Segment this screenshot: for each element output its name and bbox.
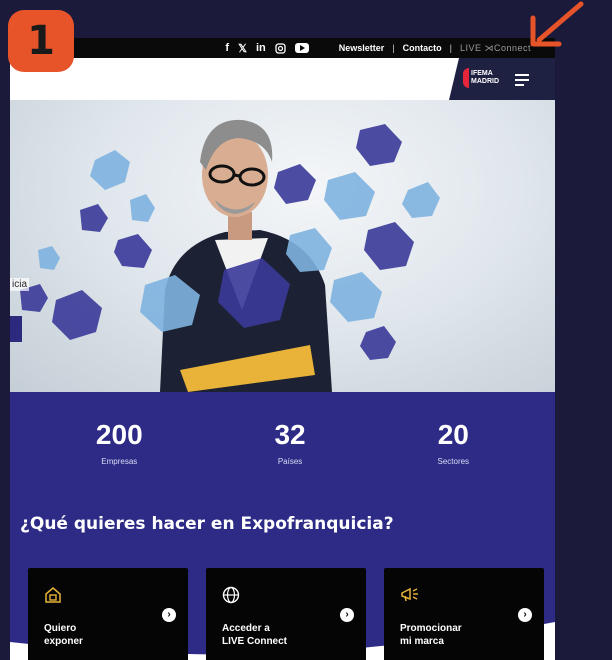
logo-mark-icon (463, 68, 469, 88)
facebook-icon[interactable]: f (225, 42, 229, 54)
megaphone-icon (401, 587, 418, 602)
card-label-line1: Promocionar (400, 623, 462, 634)
pointer-arrow-icon (530, 1, 584, 47)
separator: | (392, 43, 395, 53)
card-quiero-exponer[interactable]: › Quiero exponer (28, 568, 188, 660)
card-label-line2: LIVE Connect (222, 636, 288, 647)
card-label: Quiero exponer (44, 622, 154, 648)
website-frame: f 𝕏 in Newsletter | Contacto | LIVE ⋊Con… (10, 38, 555, 660)
card-label-line1: Quiero (44, 623, 77, 634)
hero-illustration (20, 119, 440, 392)
stats-section: 200 Empresas 32 Países 20 Sectores (10, 392, 555, 492)
hero-banner: icia (10, 100, 555, 392)
card-promocionar-marca[interactable]: › Promocionar mi marca (384, 568, 544, 660)
building-icon (45, 587, 61, 603)
newsletter-link[interactable]: Newsletter (339, 43, 385, 53)
separator: | (449, 43, 452, 53)
hero-partial-text: icia (10, 278, 30, 291)
top-utility-bar: f 𝕏 in Newsletter | Contacto | LIVE ⋊Con… (10, 38, 555, 58)
stat-label: Empresas (101, 456, 138, 466)
stat-label: Sectores (437, 456, 470, 466)
contacto-link[interactable]: Contacto (403, 43, 442, 53)
stat-empresas: 200 Empresas (96, 419, 143, 466)
youtube-icon[interactable] (294, 43, 309, 53)
arrow-right-icon[interactable]: › (162, 608, 176, 622)
stat-value: 32 (274, 418, 306, 450)
social-links: f 𝕏 in (225, 42, 309, 55)
logo-line-2: MADRID (471, 78, 499, 85)
site-header: IFEMA MADRID (10, 58, 555, 100)
ifema-madrid-logo[interactable]: IFEMA MADRID (463, 68, 499, 88)
live-connect-link[interactable]: LIVE ⋊Connect (460, 43, 531, 54)
card-acceder-live-connect[interactable]: › Acceder a LIVE Connect (206, 568, 366, 660)
linkedin-icon[interactable]: in (256, 42, 266, 54)
stat-sectores: 20 Sectores (437, 419, 469, 466)
stat-paises: 32 Países (274, 419, 305, 466)
card-label-line2: exponer (44, 636, 83, 647)
logo-panel: IFEMA MADRID (449, 58, 555, 100)
card-label-line1: Acceder a (222, 623, 270, 634)
card-label-line2: mi marca (400, 636, 444, 647)
step-number-badge: 1 (8, 10, 74, 72)
instagram-icon[interactable] (275, 42, 286, 54)
hamburger-icon[interactable] (515, 74, 529, 89)
action-cards: › Quiero exponer › Acceder a LIVE Connec… (28, 568, 544, 660)
stat-value: 20 (437, 418, 469, 450)
section-heading: ¿Qué quieres hacer en Expofranquicia? (20, 514, 394, 534)
hero-prev-tab[interactable] (10, 316, 22, 342)
card-label: Promocionar mi marca (400, 622, 510, 648)
stat-value: 200 (95, 418, 143, 450)
actions-section: ¿Qué quieres hacer en Expofranquicia? › … (10, 492, 555, 660)
card-label: Acceder a LIVE Connect (222, 622, 332, 648)
twitter-icon[interactable]: 𝕏 (238, 42, 247, 55)
logo-line-1: IFEMA (471, 70, 493, 77)
arrow-right-icon[interactable]: › (340, 608, 354, 622)
arrow-right-icon[interactable]: › (518, 608, 532, 622)
globe-icon (222, 586, 240, 604)
stat-label: Países (277, 456, 303, 466)
